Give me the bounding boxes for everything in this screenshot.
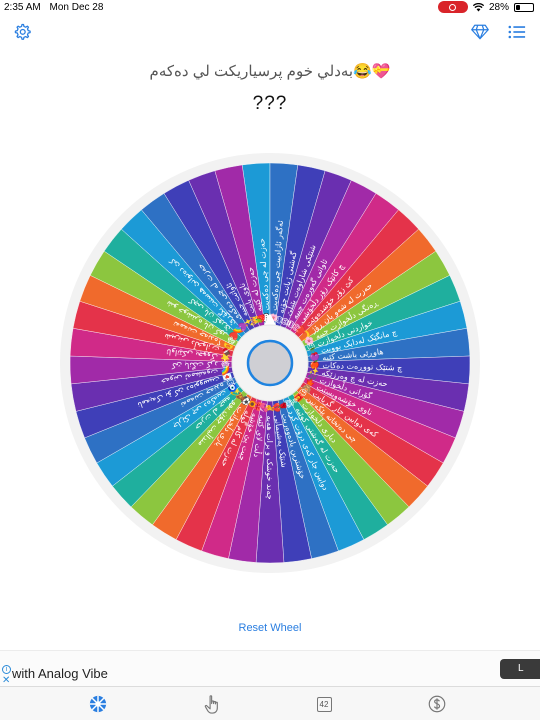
list-icon: [508, 25, 526, 39]
number-badge-icon: 42: [316, 696, 332, 712]
screen-recording-icon: [437, 1, 468, 13]
ad-close-icon[interactable]: ✕: [2, 675, 10, 686]
wifi-icon: [472, 2, 484, 11]
status-bar: 2:35 AM Mon Dec 28 28%: [0, 0, 540, 16]
tab-bar: 42: [0, 686, 540, 720]
tab-wheel[interactable]: [88, 694, 108, 714]
settings-gear-button[interactable]: [12, 22, 32, 42]
hand-pointer-icon: [204, 694, 218, 714]
tab-premium[interactable]: [427, 694, 447, 714]
wheel-icon: [89, 695, 107, 713]
wheel-title: ???: [252, 93, 288, 114]
ad-info-icon[interactable]: i: [2, 665, 11, 674]
status-time: 2:35 AM: [4, 2, 41, 13]
ad-banner[interactable]: i ✕ with Analog Vibe L: [0, 650, 540, 686]
gear-icon: [14, 23, 31, 40]
tab-pick[interactable]: [202, 694, 222, 714]
spin-wheel[interactable]: 💬 حەزت لە چی دەکەیت🌸 ئەگەر ئازادبیت چی د…: [60, 153, 480, 573]
premium-diamond-button[interactable]: [470, 22, 490, 42]
ad-cta-button[interactable]: L: [500, 659, 540, 679]
diamond-icon: [471, 24, 489, 40]
wheel-subtitle: 💝😂بەدلي خوم پرسياريكت لي دەكەم: [149, 63, 391, 80]
reset-wheel-button[interactable]: Reset Wheel: [0, 622, 540, 634]
tab-number[interactable]: 42: [314, 694, 334, 714]
spin-center-button[interactable]: [246, 339, 294, 387]
battery-percent: 28%: [488, 1, 509, 13]
status-date: Mon Dec 28: [49, 2, 104, 13]
dollar-icon: [428, 695, 446, 713]
battery-icon: [514, 2, 534, 12]
ad-text: with Analog Vibe: [12, 666, 108, 681]
list-menu-button[interactable]: [507, 22, 527, 42]
